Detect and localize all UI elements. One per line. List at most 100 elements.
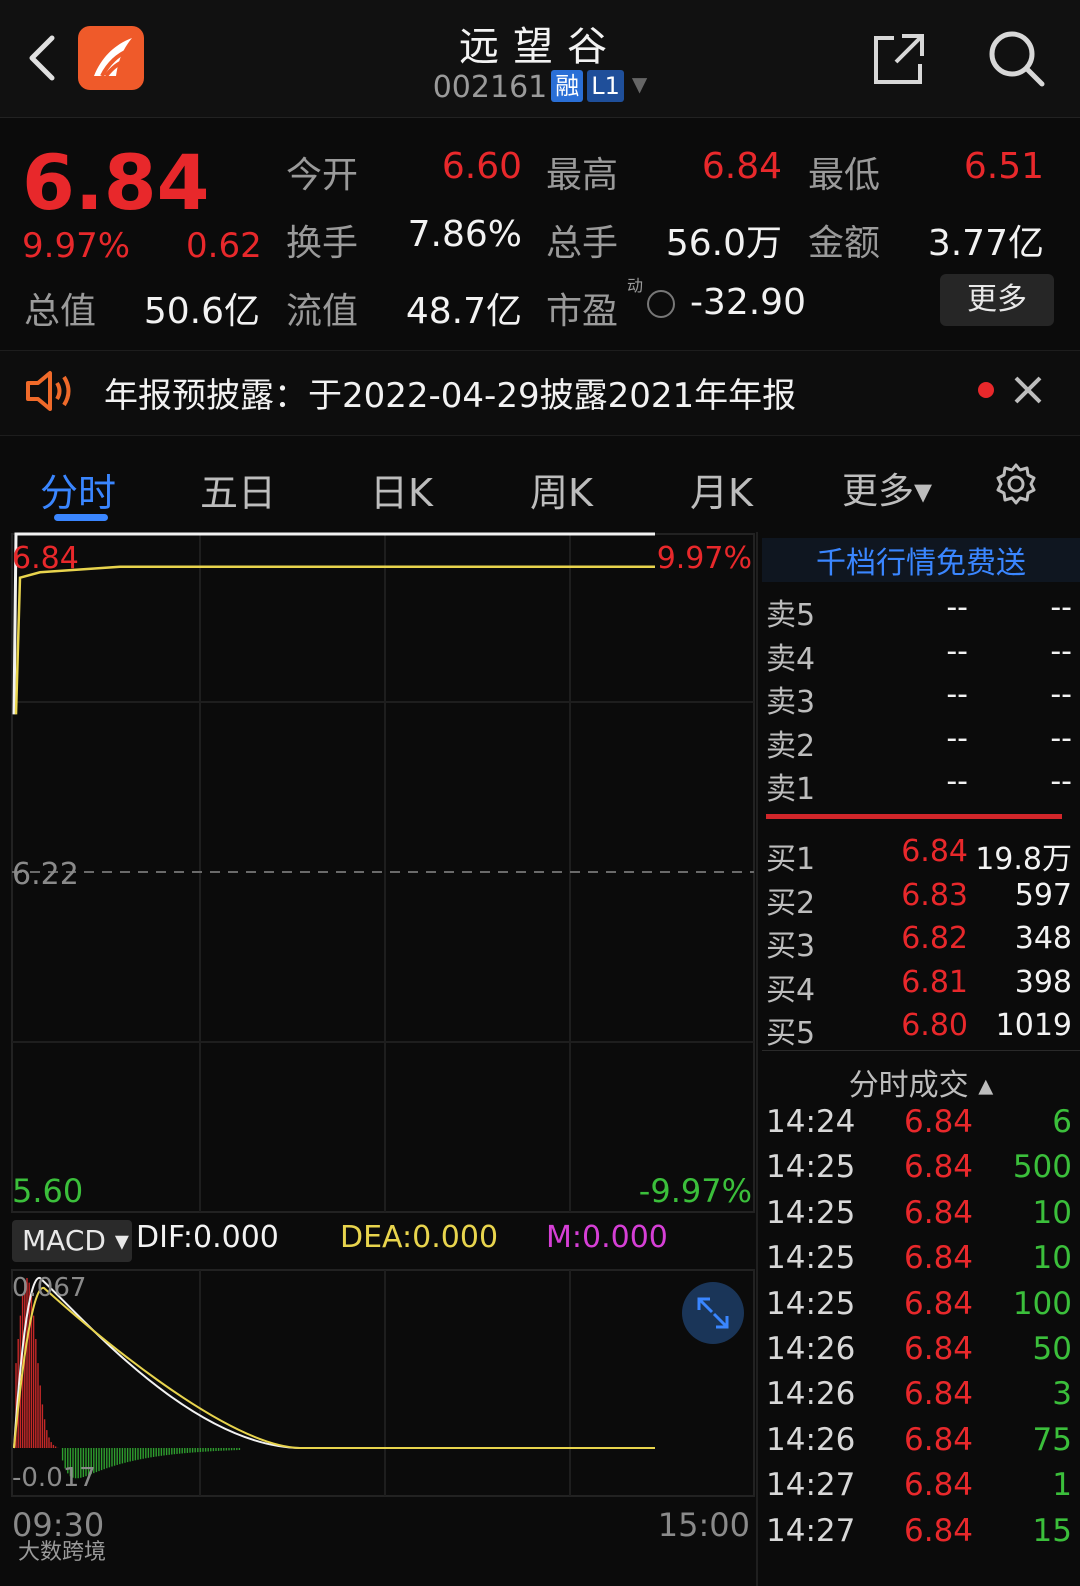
pe-info-icon[interactable] xyxy=(647,290,675,318)
indicator-select[interactable]: MACD ▾ xyxy=(12,1220,132,1262)
close-icon[interactable] xyxy=(1012,374,1044,406)
avg-price-line xyxy=(14,565,655,715)
tick-row: 14:26 6.84 75 xyxy=(762,1422,1080,1468)
pct-label-bottom: -9.97% xyxy=(639,1172,752,1210)
depth-promo-banner[interactable]: 千档行情免费送 xyxy=(762,538,1080,582)
bids-row[interactable]: 买3 6.82 348 xyxy=(762,921,1080,965)
tick-price: 6.84 xyxy=(904,1331,974,1367)
bids-row[interactable]: 买1 6.84 19.8万 xyxy=(762,834,1080,878)
bids-row[interactable]: 买2 6.83 597 xyxy=(762,878,1080,922)
quote-value: 6.60 xyxy=(441,146,522,187)
share-icon[interactable] xyxy=(872,30,928,86)
quote-value: 56.0万 xyxy=(665,223,782,264)
tab-4[interactable]: 月K xyxy=(690,462,753,517)
last-price: 6.84 xyxy=(22,138,210,227)
price-line xyxy=(12,532,655,715)
quote-label: 今开 xyxy=(286,155,359,196)
stock-code: 002161 xyxy=(432,70,548,105)
tab-1[interactable]: 五日 xyxy=(200,462,276,517)
quote-value: 6.51 xyxy=(963,146,1044,187)
level-price: -- xyxy=(946,677,968,712)
tab-0[interactable]: 分时 xyxy=(40,462,116,517)
margin-tag: 融 xyxy=(551,70,584,102)
intraday-chart[interactable]: 6.84 9.97%6.225.60 -9.97%0.067-0.01709:30 1… xyxy=(0,532,760,1586)
quote-label: 最低 xyxy=(808,155,881,196)
tick-time: 14:25 xyxy=(766,1194,856,1231)
tick-volume: 1 xyxy=(1052,1467,1072,1504)
more-quote-button[interactable]: 更多 xyxy=(940,274,1054,326)
quote-value: 3.77亿 xyxy=(927,223,1044,264)
tick-row: 14:25 6.84 500 xyxy=(762,1149,1080,1195)
panel-border xyxy=(756,532,758,1586)
tick-row: 14:24 6.84 6 xyxy=(762,1104,1080,1150)
level-label: 卖3 xyxy=(766,685,816,720)
level-label: 买1 xyxy=(766,842,816,877)
tick-volume: 6 xyxy=(1052,1104,1072,1140)
tick-price: 6.84 xyxy=(904,1467,974,1504)
level-price: -- xyxy=(946,633,968,669)
quote-value: 48.7亿 xyxy=(405,291,522,332)
watermark-text: 大数跨境 xyxy=(18,1540,107,1565)
tick-row: 14:27 6.84 1 xyxy=(762,1467,1080,1513)
tick-price: 6.84 xyxy=(904,1512,974,1549)
quote-label: 流值 xyxy=(286,291,359,332)
tick-price: 6.84 xyxy=(904,1285,974,1322)
level-volume: -- xyxy=(1050,720,1072,756)
y-label-mid: 6.22 xyxy=(12,857,79,892)
tick-time: 14:25 xyxy=(766,1149,856,1186)
ask-levels: 卖5 -- -- 卖4 -- -- 卖3 -- -- 卖2 -- -- 卖1 -- -- xyxy=(762,590,1080,810)
level-label: 买5 xyxy=(766,1016,816,1051)
tick-row: 14:25 6.84 100 xyxy=(762,1286,1080,1332)
code-dropdown-icon[interactable]: ▼ xyxy=(632,72,647,96)
level-volume: 19.8万 xyxy=(975,842,1072,877)
macd-frame xyxy=(11,1269,755,1497)
depth-divider xyxy=(766,814,1062,819)
level-label: 卖1 xyxy=(766,772,816,807)
tick-row: 14:26 6.84 50 xyxy=(762,1331,1080,1377)
tick-time: 14:26 xyxy=(766,1376,856,1413)
level-volume: 398 xyxy=(1014,964,1072,1000)
tick-volume: 75 xyxy=(1032,1421,1072,1458)
tick-time: 14:25 xyxy=(766,1285,856,1322)
asks-row[interactable]: 卖3 -- -- xyxy=(762,677,1080,721)
asks-row[interactable]: 卖5 -- -- xyxy=(762,590,1080,634)
quote-value: 50.6亿 xyxy=(143,291,260,332)
tick-time: 14:25 xyxy=(766,1240,856,1277)
asks-row[interactable]: 卖1 -- -- xyxy=(762,764,1080,808)
level-price: 6.82 xyxy=(901,921,968,956)
tab-3[interactable]: 周K xyxy=(530,462,593,517)
quote-value: -32.90 xyxy=(689,282,806,323)
dif-line xyxy=(13,1277,655,1449)
speaker-icon xyxy=(26,371,71,411)
bids-row[interactable]: 买5 6.80 1019 xyxy=(762,1008,1080,1052)
level-price: 6.83 xyxy=(901,877,968,913)
search-icon[interactable] xyxy=(986,28,1046,88)
level-label: 卖4 xyxy=(766,641,816,677)
level-price: -- xyxy=(946,590,968,625)
level-volume: -- xyxy=(1050,764,1072,799)
quote-label: 换手 xyxy=(286,223,359,264)
tick-volume: 10 xyxy=(1032,1240,1072,1277)
level-label: 卖2 xyxy=(766,728,816,764)
expand-chart-button[interactable] xyxy=(682,1282,744,1344)
tick-time: 14:24 xyxy=(766,1104,856,1140)
level-label: 卖5 xyxy=(766,598,816,633)
bids-row[interactable]: 买4 6.81 398 xyxy=(762,965,1080,1009)
tick-time: 14:27 xyxy=(766,1512,856,1549)
asks-row[interactable]: 卖4 -- -- xyxy=(762,634,1080,678)
level-label: 买3 xyxy=(766,929,816,964)
level-tag: L1 xyxy=(587,70,624,102)
bid-levels: 买1 6.84 19.8万 买2 6.83 597 买3 6.82 348 买4 6.81 398 买5… xyxy=(762,834,1080,1054)
macd-label-bottom: -0.017 xyxy=(12,1463,96,1493)
gear-icon[interactable] xyxy=(994,462,1038,506)
tick-list[interactable]: 14:24 6.84 6 14:25 6.84 500 14:25 6.84 10 14:25 6.… xyxy=(762,1104,1080,1574)
tick-volume: 10 xyxy=(1032,1194,1072,1231)
quote-value: 6.84 xyxy=(701,146,782,187)
ticks-title[interactable]: 分时成交 ▴ xyxy=(762,1060,1080,1104)
asks-row[interactable]: 卖2 -- -- xyxy=(762,721,1080,765)
y-label-top: 6.84 xyxy=(12,541,79,576)
level-volume: -- xyxy=(1050,633,1072,669)
level-price: -- xyxy=(946,720,968,756)
tab-5[interactable]: 更多▾ xyxy=(842,462,932,514)
tab-2[interactable]: 日K xyxy=(370,462,433,517)
